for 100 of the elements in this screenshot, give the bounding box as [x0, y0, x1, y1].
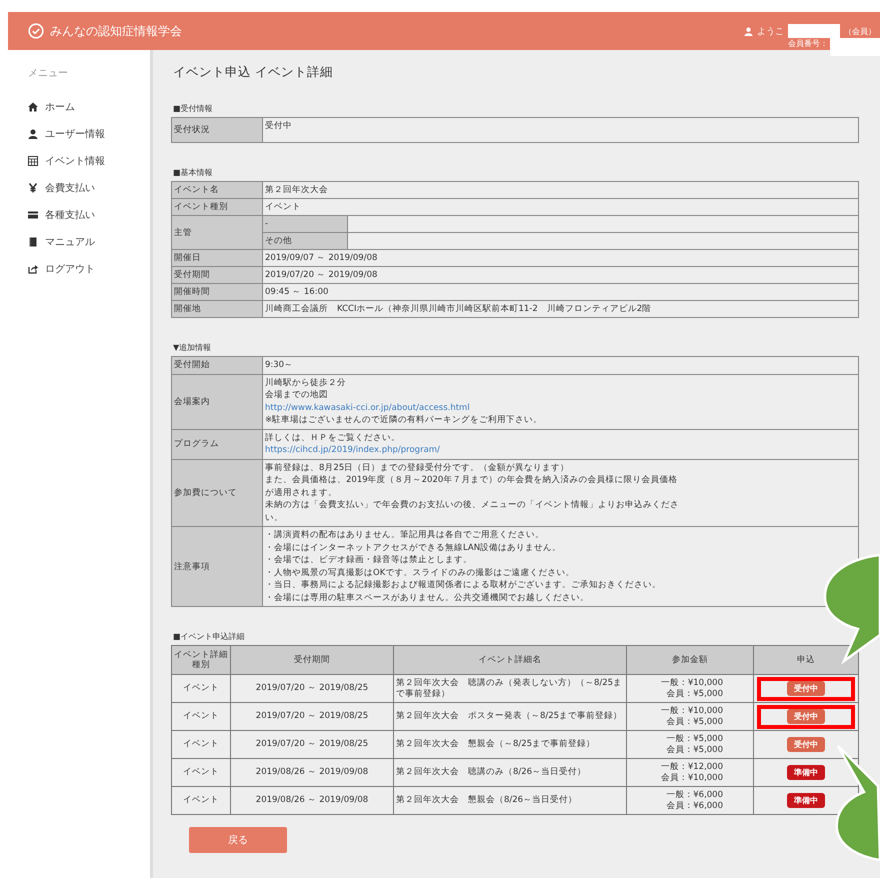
cell-text: ・会場には専用の駐車スペースがありません。公共交通機関でお越しください。: [265, 592, 589, 602]
table-cell: イベント: [172, 758, 230, 786]
status-label[interactable]: 受付中: [787, 681, 825, 696]
cell-text: また、会員価格は、2019年度（８月～2020年７月まで）の年会費を納入済みの会員様に限り会員価格: [265, 475, 678, 485]
cell-text: 詳しくは、ＨＰをご覧ください。: [265, 432, 400, 442]
table-cell: 2019/08/26 ～ 2019/09/08: [230, 758, 394, 786]
cell-text: 9:30～: [265, 360, 294, 370]
table-cell: イベント: [172, 702, 230, 730]
cell-text: が適用されます。: [265, 488, 337, 498]
table-header-cell: 参加費について: [172, 459, 262, 526]
table-header-cell: プログラム: [172, 429, 262, 459]
table-cell: 第２回年次大会 懇親会（～8/25まで事前登録）: [394, 730, 626, 758]
table-header-cell: 注意事項: [172, 526, 262, 606]
table-cell: 第２回年次大会 聴講のみ（発表しない方）（～8/25まで事前登録）: [394, 674, 626, 702]
user-icon: [28, 128, 38, 138]
table-header-cell: その他: [262, 232, 348, 250]
cell-text: 川崎駅から徒歩２分: [265, 378, 346, 388]
cell-text: ・会場では、ビデオ録画・録音等は禁止とします。: [265, 555, 472, 565]
calendar-icon: [28, 156, 38, 166]
column-header: 受付期間: [230, 646, 394, 674]
share-icon: [28, 264, 38, 274]
cell-text: ・会場にはインターネットアクセスができる無線LAN設備はありません。: [265, 542, 562, 552]
column-header: 申込: [754, 646, 858, 674]
column-header: イベント詳細種別: [172, 646, 230, 674]
yen-icon: [28, 182, 38, 192]
table-cell: イベント: [172, 674, 230, 702]
status-label[interactable]: 受付中: [787, 709, 825, 724]
table-cell: 2019/07/20 ～ 2019/08/25: [230, 702, 394, 730]
column-header: 参加金額: [626, 646, 754, 674]
table-header-cell: 受付開始: [172, 356, 262, 374]
table-cell: イベント: [172, 786, 230, 814]
home-icon: [28, 102, 38, 112]
link[interactable]: https://cihcd.jp/2019/index.php/program/: [265, 445, 440, 455]
table-cell: 受付中: [262, 118, 858, 142]
status-label: 準備中: [787, 765, 825, 780]
member-number-label: 会員番号：: [788, 38, 828, 49]
member-role: （会員）: [844, 26, 876, 36]
fee-text: 会員：¥5,000: [665, 688, 723, 700]
sidebar-item[interactable]: ユーザー情報: [28, 120, 150, 147]
fee-text: 会員：¥5,000: [665, 716, 723, 728]
table-header-cell: 開催地: [172, 300, 262, 318]
cell-text: ・人物や風景の写真撮影はOKです。スライドのみの撮影はご遠慮ください。: [265, 568, 574, 578]
cell-text: 未納の方は「会費支払い」で年会費のお支払いの後、メニューの「イベント情報」よりお申込みくださ: [265, 500, 679, 510]
fee-text: 会員：¥5,000: [665, 744, 723, 756]
table-header-cell: 開催時間: [172, 284, 262, 300]
cell-text: ・講演資料の配布はありません。筆記用具は各自でご用意ください。: [265, 530, 544, 540]
sidebar-item[interactable]: ホーム: [28, 93, 150, 120]
fee-text: 一般：¥5,000: [665, 734, 723, 744]
table-cell: 第２回年次大会 懇親会（8/26～当日受付）: [394, 786, 626, 814]
table-cell: イベント: [172, 730, 230, 758]
table-cell: 2019/07/20 ～ 2019/08/25: [230, 730, 394, 758]
fee-text: 一般：¥10,000: [660, 706, 723, 716]
table-cell: イベント: [262, 198, 858, 216]
table-header-cell: イベント名: [172, 182, 262, 198]
status-label[interactable]: 受付中: [787, 737, 825, 752]
table-header-cell: 主管: [172, 216, 262, 250]
sidebar-item[interactable]: ログアウト: [28, 255, 150, 282]
table-header-cell: -: [262, 216, 348, 232]
fee-text: 会員：¥10,000: [660, 772, 723, 784]
cell-text: ・当日、事務局による記録撮影および報道関係者による取材がございます。ご承知おきください。: [265, 580, 661, 590]
card-icon: [28, 210, 38, 220]
menu-heading: メニュー: [28, 67, 69, 80]
table-header-cell: 受付状況: [172, 118, 262, 142]
table-header-cell: イベント種別: [172, 198, 262, 216]
section-heading[interactable]: ▼追加情報: [173, 342, 862, 353]
book-icon: [28, 236, 38, 246]
status-label: 準備中: [787, 793, 825, 808]
sidebar-item[interactable]: 各種支払い: [28, 201, 150, 228]
cell-text: ※駐車場はございませんので近隣の有料パーキングをご利用下さい。: [265, 415, 542, 425]
table-cell: 2019/07/20 ～ 2019/08/25: [230, 674, 394, 702]
table-cell: 2019/07/20 ～ 2019/09/08: [262, 266, 858, 284]
sidebar-item[interactable]: 会費支払い: [28, 174, 150, 201]
table-cell: 第２回年次大会 ポスター発表（～8/25まで事前登録）: [394, 702, 626, 730]
table-cell: 09:45 ～ 16:00: [262, 284, 858, 300]
fee-text: 一般：¥10,000: [660, 678, 723, 688]
column-header: イベント詳細名: [394, 646, 626, 674]
fee-text: 会員：¥6,000: [665, 800, 723, 812]
table-header-cell: 受付期間: [172, 266, 262, 284]
table-cell: 第２回年次大会 聴講のみ（8/26～当日受付）: [394, 758, 626, 786]
check-circle-icon: [28, 23, 44, 39]
table-header-cell: 会場案内: [172, 374, 262, 429]
fee-text: 一般：¥12,000: [660, 762, 723, 772]
table-cell: 2019/08/26 ～ 2019/09/08: [230, 786, 394, 814]
table-cell: 第２回年次大会: [262, 182, 858, 198]
welcome-text: ようこ: [757, 26, 784, 38]
table-cell: 2019/09/07 ～ 2019/09/08: [262, 250, 858, 266]
user-icon: [744, 26, 753, 36]
cell-text: 会場までの地図: [265, 390, 328, 400]
fee-text: 一般：¥6,000: [665, 790, 723, 800]
sidebar-item[interactable]: イベント情報: [28, 147, 150, 174]
cell-text: い。: [265, 512, 283, 522]
table-header-cell: 開催日: [172, 250, 262, 266]
page-title: イベント申込 イベント詳細: [173, 64, 334, 81]
cell-text: 事前登録は、8月25日（日）までの登録受付分です。（金額が異なります）: [265, 462, 570, 472]
section-heading: ■基本情報: [173, 167, 214, 178]
link[interactable]: http://www.kawasaki-cci.or.jp/about/access.html: [265, 402, 470, 412]
table-cell: 川崎商工会議所 KCCIホール（神奈川県川崎市川崎区駅前本町11-2 川崎フロンティアビル2階: [262, 300, 858, 318]
sidebar-item[interactable]: マニュアル: [28, 228, 150, 255]
section-heading: ■イベント申込詳細: [173, 631, 246, 642]
section-heading: ■受付情報: [173, 103, 214, 114]
